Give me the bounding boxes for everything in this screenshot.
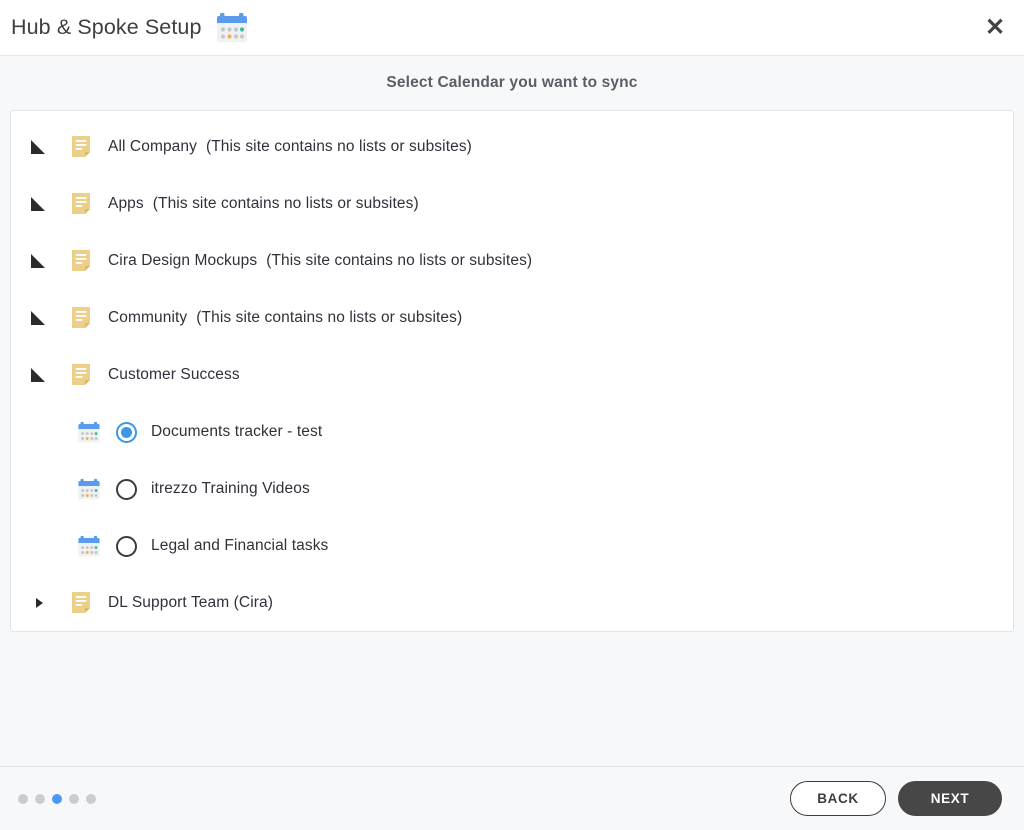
row-label: Documents tracker - test	[151, 423, 323, 440]
row-label: Customer Success	[108, 366, 240, 383]
site-document-icon	[69, 306, 93, 330]
step-dot	[69, 793, 79, 804]
calendar-list-item[interactable]: Documents tracker - test	[11, 414, 1013, 450]
expand-triangle-icon[interactable]	[29, 598, 47, 608]
hub-spoke-setup-wizard: Hub & Spoke Setup ✕ Select Calendar you …	[0, 0, 1024, 830]
site-tree-panel: All Company (This site contains no lists …	[10, 110, 1014, 632]
back-button[interactable]: BACK	[790, 781, 886, 816]
site-document-icon	[69, 363, 93, 387]
collapse-triangle-icon[interactable]	[29, 196, 47, 211]
step-progress-dots	[18, 793, 96, 804]
site-tree-row[interactable]: Customer Success	[11, 357, 1013, 393]
step-dot	[86, 793, 96, 804]
radio-button[interactable]	[116, 478, 137, 500]
collapse-triangle-icon[interactable]	[29, 139, 47, 154]
site-tree-row[interactable]: DL Support Team (Cira)	[11, 585, 1013, 621]
step-subtitle: Select Calendar you want to sync	[386, 74, 638, 91]
collapse-triangle-icon[interactable]	[29, 253, 47, 268]
collapse-triangle-icon[interactable]	[29, 367, 47, 382]
collapse-triangle-icon[interactable]	[29, 310, 47, 325]
site-document-icon	[69, 249, 93, 273]
site-tree-row[interactable]: Community (This site contains no lists or…	[11, 300, 1013, 336]
triangle-glyph	[36, 598, 43, 608]
row-label: All Company	[108, 138, 197, 155]
row-label: Apps	[108, 195, 144, 212]
site-document-icon	[69, 192, 93, 216]
step-dot	[18, 793, 28, 804]
triangle-glyph	[31, 367, 45, 382]
calendar-list-item[interactable]: itrezzo Training Videos	[11, 471, 1013, 507]
radio-button-selected[interactable]	[116, 421, 137, 443]
radio-button[interactable]	[116, 535, 137, 557]
body-area: All Company (This site contains no lists …	[0, 110, 1024, 766]
row-label: Cira Design Mockups	[108, 252, 258, 269]
row-note: (This site contains no lists or subsites…	[152, 195, 419, 212]
step-dot	[35, 793, 45, 804]
page-title: Hub & Spoke Setup	[11, 14, 202, 39]
subtitle-bar: Select Calendar you want to sync	[0, 56, 1024, 110]
calendar-icon	[215, 12, 249, 44]
window-header: Hub & Spoke Setup ✕	[0, 0, 1024, 56]
step-dot-active	[52, 793, 62, 804]
row-note: (This site contains no lists or subsites…	[196, 309, 463, 326]
row-note: (This site contains no lists or subsites…	[205, 138, 472, 155]
triangle-glyph	[31, 253, 45, 268]
site-document-icon	[69, 135, 93, 159]
site-tree-row[interactable]: All Company (This site contains no lists …	[11, 129, 1013, 165]
triangle-glyph	[31, 139, 45, 154]
triangle-glyph	[31, 196, 45, 211]
row-note: (This site contains no lists or subsites…	[266, 252, 533, 269]
wizard-footer: BACK NEXT	[0, 766, 1024, 830]
triangle-glyph	[31, 310, 45, 325]
site-tree-row[interactable]: Cira Design Mockups (This site contains n…	[11, 243, 1013, 279]
site-tree-row[interactable]: Apps (This site contains no lists or subs…	[11, 186, 1013, 222]
calendar-icon	[77, 535, 101, 558]
next-button[interactable]: NEXT	[898, 781, 1002, 816]
row-label: itrezzo Training Videos	[151, 480, 310, 497]
row-label: Community	[108, 309, 188, 326]
row-label: DL Support Team (Cira)	[108, 594, 274, 611]
close-icon[interactable]: ✕	[978, 11, 1012, 45]
calendar-icon	[77, 421, 101, 444]
row-label: Legal and Financial tasks	[151, 537, 329, 554]
site-document-icon	[69, 591, 93, 615]
calendar-list-item[interactable]: Legal and Financial tasks	[11, 528, 1013, 564]
calendar-icon	[77, 478, 101, 501]
